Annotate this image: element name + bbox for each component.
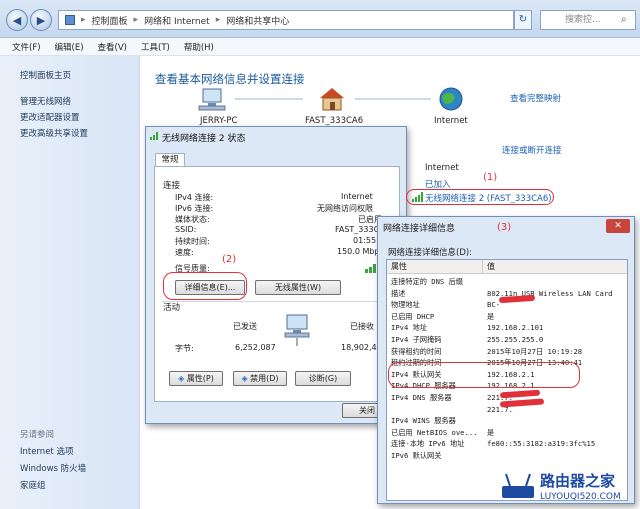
watermark-title: 路由器之家: [540, 472, 616, 490]
breadcrumb-item[interactable]: 网络和共享中心: [226, 14, 289, 27]
bytes-sent-value: 6,252,087: [235, 343, 276, 352]
group-connection-label: 连接: [163, 181, 181, 191]
speed-label: 速度:: [175, 248, 194, 257]
sidebar: [0, 56, 140, 509]
detail-property: 连接特定的 DNS 后缀: [391, 277, 463, 286]
received-label: 已接收: [350, 322, 374, 331]
details-list-label: 网络连接详细信息(D):: [388, 248, 473, 258]
annotation-oval: [163, 272, 247, 300]
internet-label: Internet: [434, 116, 468, 126]
annotation-number: (3): [497, 222, 512, 233]
shield-icon: ◈: [178, 374, 185, 383]
detail-value: 是: [487, 427, 495, 437]
detail-property: 连接-本地 IPv6 地址: [391, 439, 465, 449]
menu-view[interactable]: 查看(V): [98, 41, 127, 53]
shield-icon: ◈: [241, 374, 248, 383]
close-icon[interactable]: ✕: [606, 219, 630, 233]
ssid-label: SSID:: [175, 225, 197, 234]
details-dialog-title: 网络连接详细信息: [383, 224, 456, 234]
duration-label: 持续时间:: [175, 237, 210, 246]
menu-tools[interactable]: 工具(T): [141, 41, 170, 53]
annotation-oval: [406, 189, 554, 205]
detail-property: IPv6 默认网关: [391, 451, 442, 460]
menu-file[interactable]: 文件(F): [12, 41, 41, 53]
address-bar[interactable]: ▸ 控制面板 ▸ 网络和 Internet ▸ 网络和共享中心: [58, 10, 514, 30]
refresh-button[interactable]: ↻: [514, 10, 532, 30]
sidebar-home-link[interactable]: 控制面板主页: [20, 69, 71, 81]
view-full-map-link[interactable]: 查看完整映射: [510, 92, 561, 104]
status-dialog-title: 无线网络连接 2 状态: [162, 134, 246, 144]
back-button[interactable]: ◀: [6, 9, 28, 31]
watermark: 路由器之家 LUYOUQI520.COM: [500, 470, 638, 508]
house-icon: [320, 88, 344, 111]
detail-property: 获得租约的时间: [391, 346, 442, 356]
sent-label: 已发送: [233, 322, 257, 331]
sidebar-sharing-settings-link[interactable]: 更改高级共享设置: [20, 127, 88, 139]
page-title: 查看基本网络信息并设置连接: [155, 72, 305, 86]
watermark-url: LUYOUQI520.COM: [540, 492, 621, 502]
network-map: [198, 87, 463, 111]
forward-button[interactable]: ▶: [30, 9, 52, 31]
detail-property: IPv4 WINS 服务器: [391, 416, 456, 426]
breadcrumb-item[interactable]: 网络和 Internet: [144, 14, 210, 27]
column-header-value[interactable]: 值: [483, 260, 627, 274]
detail-value: 2015年10月27日 10:19:28: [487, 346, 583, 356]
sidebar-manage-wireless-link[interactable]: 管理无线网络: [20, 95, 71, 107]
see-also-heading: 另请参阅: [20, 430, 55, 440]
media-state-label: 媒体状态:: [175, 215, 210, 224]
column-header-property[interactable]: 属性: [387, 260, 483, 274]
detail-value: fe80::55:3182:a319:3fc%15: [487, 439, 596, 449]
breadcrumb-item[interactable]: 控制面板: [92, 14, 128, 27]
sidebar-internet-options-link[interactable]: Internet 选项: [20, 445, 73, 457]
ipv4-connectivity-value: Internet: [341, 192, 373, 201]
diagnose-button[interactable]: 诊断(G): [295, 371, 351, 386]
properties-button[interactable]: ◈ 属性(P): [169, 371, 223, 386]
annotation-oval: [388, 362, 580, 388]
detail-property: 已启用 DHCP: [391, 311, 435, 321]
menu-bar: 文件(F) 编辑(E) 查看(V) 工具(T) 帮助(H): [0, 38, 640, 56]
detail-property: IPv4 DNS 服务器: [391, 393, 452, 402]
sidebar-firewall-link[interactable]: Windows 防火墙: [20, 462, 86, 474]
connect-disconnect-link[interactable]: 连接或断开连接: [502, 144, 562, 156]
annotation-number: (1): [483, 172, 498, 183]
detail-value: 是: [487, 311, 495, 321]
annotation-number: (2): [222, 254, 237, 265]
globe-icon: [439, 87, 463, 111]
router-name: FAST_333CA6: [305, 116, 364, 126]
search-icon: ⌕: [621, 14, 627, 25]
ipv4-connectivity-label: IPv4 连接:: [175, 193, 214, 202]
detail-value: BC-: [487, 300, 500, 310]
detail-value: 192.168.2.101: [487, 323, 544, 333]
detail-property: 描述: [391, 288, 406, 298]
wifi-signal-icon: [150, 132, 158, 140]
control-panel-icon: [65, 15, 75, 25]
menu-help[interactable]: 帮助(H): [184, 41, 214, 53]
ipv6-connectivity-label: IPv6 连接:: [175, 204, 214, 213]
computer-icon: [198, 88, 226, 111]
details-dialog: 网络连接详细信息 ✕ 网络连接详细信息(D): 属性 值 连接特定的 DNS 后…: [377, 216, 635, 504]
detail-property: IPv4 子网掩码: [391, 335, 442, 344]
detail-property: 已启用 NetBIOS ove...: [391, 427, 478, 437]
router-logo-icon: [502, 473, 534, 498]
sidebar-homegroup-link[interactable]: 家庭组: [20, 479, 46, 491]
sidebar-adapter-settings-link[interactable]: 更改适配器设置: [20, 111, 80, 123]
menu-edit[interactable]: 编辑(E): [55, 41, 84, 53]
detail-value: 255.255.255.0: [487, 335, 544, 344]
network-adapter-icon: [284, 314, 310, 346]
detail-property: 物理地址: [391, 300, 420, 310]
detail-property: IPv4 地址: [391, 323, 428, 333]
ipv6-connectivity-value: 无网络访问权限: [317, 204, 373, 213]
access-type-value: Internet: [425, 163, 459, 173]
disable-button[interactable]: ◈ 禁用(D): [233, 371, 287, 386]
wireless-properties-button[interactable]: 无线属性(W): [255, 280, 341, 295]
computer-name: JERRY-PC: [200, 116, 238, 126]
group-activity-label: 活动: [163, 303, 181, 313]
tab-general[interactable]: 常规: [155, 153, 185, 167]
bytes-label: 字节:: [175, 344, 194, 353]
